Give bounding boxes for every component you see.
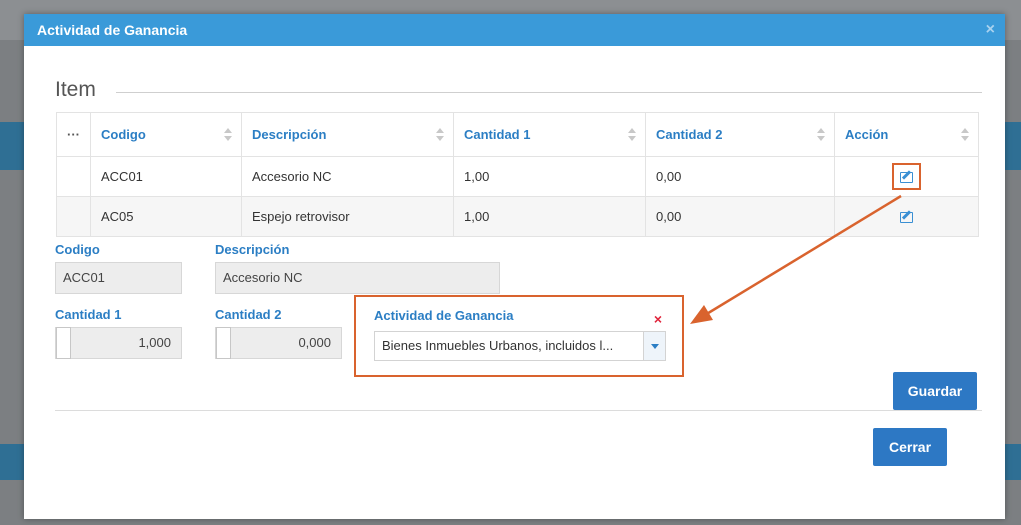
descripcion-label: Descripción	[215, 242, 290, 257]
modal-header: Actividad de Ganancia ×	[24, 14, 1005, 46]
column-header-label: Codigo	[101, 127, 146, 142]
cantidad1-label: Cantidad 1	[55, 307, 122, 322]
column-header-cantidad2[interactable]: Cantidad 2	[645, 112, 835, 157]
actividad-highlight-box: Actividad de Ganancia × Bienes Inmuebles…	[354, 295, 684, 377]
codigo-field[interactable]: ACC01	[55, 262, 182, 294]
cell-accion	[834, 156, 979, 197]
column-header-cantidad1[interactable]: Cantidad 1	[453, 112, 646, 157]
sort-icon[interactable]	[224, 128, 232, 142]
guardar-button[interactable]: Guardar	[893, 372, 977, 410]
cell-cantidad2: 0,00	[645, 156, 835, 197]
actividad-label: Actividad de Ganancia	[374, 308, 514, 323]
sort-icon[interactable]	[961, 128, 969, 142]
column-header-codigo[interactable]: Codigo	[90, 112, 242, 157]
form-divider	[55, 410, 982, 411]
cell-codigo: AC05	[90, 196, 242, 237]
column-header-accion[interactable]: Acción	[834, 112, 979, 157]
cell-accion	[834, 196, 979, 237]
actividad-ganancia-modal: Actividad de Ganancia × Item ··· Codigo …	[24, 14, 1005, 519]
column-header-label: Cantidad 1	[464, 127, 531, 142]
sort-icon[interactable]	[628, 128, 636, 142]
cell-cantidad1: 1,00	[453, 156, 646, 197]
column-header-label: Acción	[845, 127, 889, 142]
cell-descripcion: Espejo retrovisor	[241, 196, 454, 237]
sort-icon[interactable]	[436, 128, 444, 142]
edit-icon[interactable]	[900, 212, 913, 224]
column-menu-button[interactable]: ···	[56, 112, 91, 157]
actividad-select[interactable]: Bienes Inmuebles Urbanos, incluidos l...	[374, 331, 666, 361]
stepper-handle[interactable]	[56, 327, 71, 359]
descripcion-field[interactable]: Accesorio NC	[215, 262, 500, 294]
modal-title: Actividad de Ganancia	[37, 22, 188, 38]
cantidad2-field[interactable]: 0,000	[215, 327, 342, 359]
actividad-selected-value: Bienes Inmuebles Urbanos, incluidos l...	[382, 338, 614, 353]
cantidad1-value: 1,000	[138, 335, 171, 350]
table-header-row: ··· Codigo Descripción Cantidad 1 Cantid…	[56, 112, 979, 157]
stepper-handle[interactable]	[216, 327, 231, 359]
column-header-label: Cantidad 2	[656, 127, 723, 142]
column-header-descripcion[interactable]: Descripción	[241, 112, 454, 157]
close-icon[interactable]: ×	[986, 14, 995, 46]
clear-icon[interactable]: ×	[654, 311, 662, 327]
codigo-label: Codigo	[55, 242, 100, 257]
chevron-down-icon[interactable]	[643, 332, 665, 360]
edit-highlight	[892, 163, 921, 190]
sort-icon[interactable]	[817, 128, 825, 142]
cell-cantidad1: 1,00	[453, 196, 646, 237]
edit-icon[interactable]	[900, 172, 913, 184]
cell-descripcion: Accesorio NC	[241, 156, 454, 197]
items-table: ··· Codigo Descripción Cantidad 1 Cantid…	[56, 112, 979, 237]
row-selector-cell[interactable]	[56, 156, 91, 197]
cell-codigo: ACC01	[90, 156, 242, 197]
cantidad2-label: Cantidad 2	[215, 307, 282, 322]
cantidad2-value: 0,000	[298, 335, 331, 350]
legend-divider	[116, 92, 982, 93]
table-row[interactable]: ACC01 Accesorio NC 1,00 0,00	[56, 156, 979, 197]
cell-cantidad2: 0,00	[645, 196, 835, 237]
cantidad1-field[interactable]: 1,000	[55, 327, 182, 359]
cerrar-button[interactable]: Cerrar	[873, 428, 947, 466]
section-legend: Item	[55, 78, 96, 101]
table-row[interactable]: AC05 Espejo retrovisor 1,00 0,00	[56, 196, 979, 237]
column-header-label: Descripción	[252, 127, 327, 142]
row-selector-cell[interactable]	[56, 196, 91, 237]
